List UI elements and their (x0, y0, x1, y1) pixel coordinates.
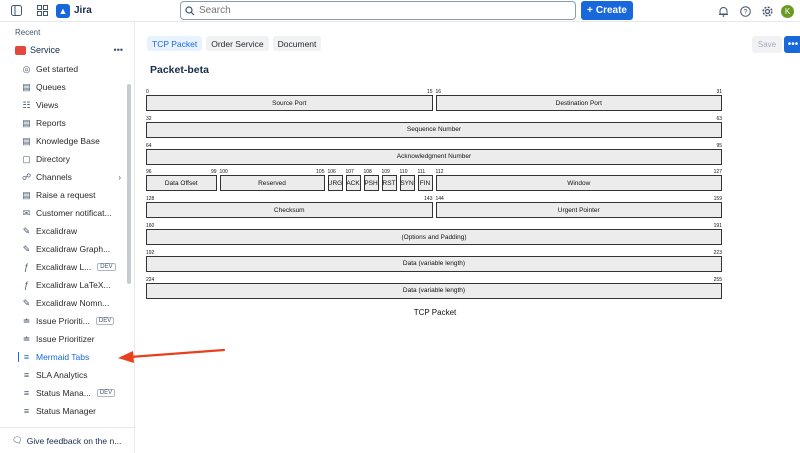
create-button-label: Create (595, 5, 627, 16)
settings-gear-icon[interactable] (759, 3, 775, 19)
sidebar-item-queues[interactable]: ▤ Queues (21, 78, 121, 96)
sidebar-item-status-manager[interactable]: ≡ Status Manager (21, 402, 121, 420)
sidebar-scrollbar[interactable] (127, 84, 131, 284)
plus-icon: + (587, 5, 593, 16)
sidebar-item-excalidraw[interactable]: ✎ Excalidraw (21, 222, 121, 240)
sidebar-item-channels[interactable]: ☍ Channels › (21, 168, 121, 186)
chevron-right-icon[interactable]: › (118, 173, 121, 182)
mermaid-icon: ≡ (23, 352, 30, 362)
sidebar-item-get-started[interactable]: ◎ Get started (21, 60, 121, 78)
feedback-link[interactable]: 🗨 Give feedback on the n... (0, 427, 134, 453)
sidebar-item-reports[interactable]: ▤ Reports (21, 114, 121, 132)
tab-order-service[interactable]: Order Service (206, 36, 269, 51)
sidebar-item-views[interactable]: ☷ Views (21, 96, 121, 114)
jira-logo[interactable]: ▲ Jira (56, 3, 92, 18)
excalidraw-app-icon: ✎ (22, 243, 31, 254)
dev-badge: DEV (97, 263, 116, 271)
book-icon: ▤ (22, 135, 31, 146)
sidebar-item-mermaid-tabs[interactable]: ≡ Mermaid Tabs (18, 348, 121, 366)
tab-document[interactable]: Document (272, 36, 322, 51)
sidebar-item-issue-prioritizer[interactable]: ≐ Issue Prioritizer (21, 330, 121, 348)
top-navigation-bar: ▲ Jira + Create ? K (0, 0, 800, 22)
compass-icon: ◎ (22, 63, 31, 74)
dev-badge: DEV (95, 317, 115, 325)
sidebar-item-excalidraw-graph[interactable]: ✎ Excalidraw Graph... (21, 240, 121, 258)
sidebar: Recent Service ••• ◎ Get started ▤ Queues … (0, 22, 135, 453)
sidebar-item-excalidraw-latex[interactable]: ƒ Excalidraw LaTeX... (21, 276, 121, 294)
search-input[interactable] (199, 5, 559, 16)
sidebar-item-excalidraw-nomn[interactable]: ✎ Excalidraw Nomn... (21, 294, 121, 312)
active-indicator (18, 352, 19, 362)
request-icon: ▤ (22, 189, 31, 200)
channels-icon: ☍ (21, 171, 32, 182)
dev-badge: DEV (96, 389, 116, 397)
more-actions-button[interactable]: ••• (784, 36, 800, 53)
excalidraw-app-icon: ✎ (22, 297, 31, 308)
sidebar-item-sla-analytics[interactable]: ≡ SLA Analytics (21, 366, 121, 384)
tab-tcp-packet[interactable]: TCP Packet (147, 36, 203, 51)
sidebar-item-knowledge-base[interactable]: ▤ Knowledge Base (21, 132, 121, 150)
views-icon: ☷ (22, 99, 31, 110)
main-content: TCP Packet Order Service Document Save •… (136, 22, 800, 453)
recent-heading: Recent (15, 28, 41, 37)
feedback-icon: 🗨 (12, 435, 23, 445)
space-service[interactable]: Service ••• (15, 43, 123, 57)
search-box[interactable] (180, 1, 576, 20)
sidebar-item-raise-request[interactable]: ▤ Raise a request (21, 186, 121, 204)
sidebar-item-customer-notifications[interactable]: ✉ Customer notificat... (21, 204, 121, 222)
save-button[interactable]: Save (752, 36, 782, 53)
space-name: Service (30, 45, 61, 55)
diagram-title: Packet-beta (150, 64, 209, 76)
jira-logo-icon: ▲ (56, 3, 70, 18)
packet-caption: TCP Packet (413, 308, 457, 317)
app-switcher-icon[interactable] (34, 3, 50, 19)
feedback-label: Give feedback on the n... (26, 435, 122, 446)
space-more-button[interactable]: ••• (114, 45, 123, 55)
service-space-icon (15, 45, 26, 55)
sidebar-item-issue-prioriti-dev[interactable]: ≐ Issue Prioriti... DEV (21, 312, 121, 330)
user-avatar[interactable]: K (781, 4, 794, 18)
sidebar-nav-list: ◎ Get started ▤ Queues ☷ Views ▤ Reports ▤ Kn… (18, 60, 121, 420)
sidebar-item-directory[interactable]: ▢ Directory (21, 150, 121, 168)
app-name: Jira (74, 5, 92, 16)
create-button[interactable]: + Create (581, 1, 633, 20)
status-icon: ≡ (23, 388, 30, 398)
svg-text:?: ? (743, 9, 747, 16)
notifications-bell-icon[interactable] (715, 3, 731, 19)
queue-icon: ▤ (22, 81, 31, 92)
sidebar-item-status-mana-dev[interactable]: ≡ Status Mana... DEV (21, 384, 121, 402)
sidebar-item-excalidraw-l-dev[interactable]: ƒ Excalidraw L... DEV (21, 258, 121, 276)
directory-icon: ▢ (22, 153, 31, 164)
flow-icon: ≐ (22, 315, 31, 326)
sidebar-toggle-icon[interactable] (8, 3, 24, 19)
analytics-icon: ≡ (23, 370, 30, 380)
search-icon (185, 5, 195, 15)
diagram-tabs: TCP Packet Order Service Document (147, 36, 322, 51)
flow-icon: ≐ (22, 333, 31, 344)
reports-icon: ▤ (22, 117, 31, 128)
mail-icon: ✉ (22, 207, 31, 218)
excalidraw-app-icon: ✎ (22, 225, 31, 236)
help-icon[interactable]: ? (737, 3, 753, 19)
fx-icon: ƒ (23, 280, 29, 290)
fx-icon: ƒ (23, 262, 29, 272)
status-icon: ≡ (23, 406, 30, 416)
